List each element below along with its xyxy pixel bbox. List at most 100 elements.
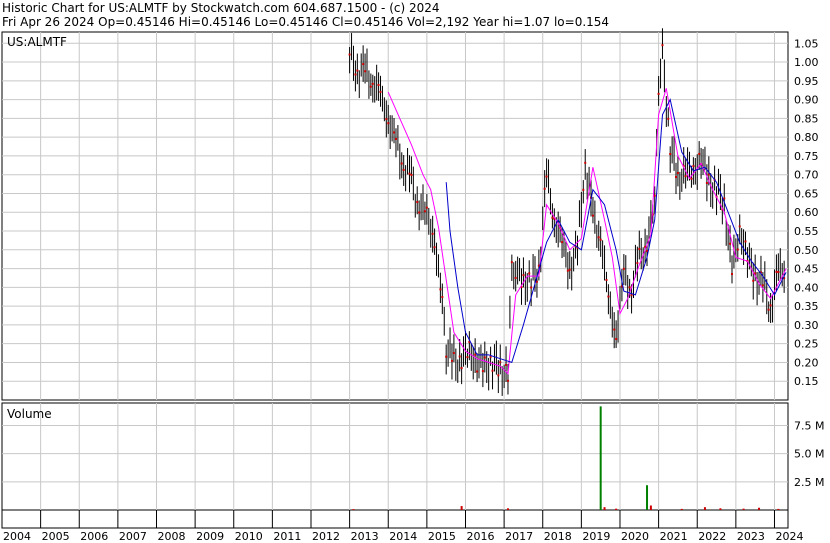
close-dot — [669, 153, 672, 156]
volume-bar — [615, 508, 618, 510]
close-dot — [371, 82, 374, 85]
close-dot — [599, 238, 602, 241]
close-dot — [582, 188, 585, 191]
price-panel — [1, 31, 789, 401]
y-tick-label: 0.40 — [794, 281, 819, 294]
close-dot — [354, 73, 357, 76]
close-dot — [674, 176, 677, 179]
x-tick-label: 2010 — [235, 530, 263, 543]
close-dot — [423, 210, 426, 213]
x-tick-label: 2008 — [157, 530, 185, 543]
close-dot — [543, 187, 546, 190]
y-tick-label: 0.35 — [794, 300, 819, 313]
close-dot — [356, 69, 359, 72]
close-dot — [561, 241, 564, 244]
y-tick-label: 0.90 — [794, 94, 819, 107]
close-dot — [452, 352, 455, 355]
close-dot — [425, 206, 428, 209]
volume-bar — [680, 508, 683, 510]
y-tick-label: 0.50 — [794, 244, 819, 257]
x-tick-label: 2012 — [312, 530, 340, 543]
close-dot — [591, 214, 594, 217]
y-tick-label: 1.05 — [794, 37, 819, 50]
volume-panel — [1, 402, 789, 511]
close-dot — [377, 83, 380, 86]
y-tick-label: 0.25 — [794, 338, 819, 351]
x-tick-label: 2013 — [351, 530, 379, 543]
close-dot — [522, 274, 525, 277]
close-dot — [439, 288, 442, 291]
x-tick-label: 2015 — [428, 530, 456, 543]
close-dot — [729, 242, 732, 245]
close-dot — [385, 118, 388, 121]
price-panel-title: US:ALMTF — [7, 35, 67, 49]
close-dot — [460, 367, 463, 370]
close-dot — [622, 267, 625, 270]
close-dot — [364, 70, 367, 73]
volume-bar — [352, 509, 355, 510]
close-dot — [657, 92, 660, 95]
close-dot — [450, 359, 453, 362]
volume-panel-title: Volume — [7, 407, 52, 421]
close-dot — [476, 370, 479, 373]
y-tick-label: 0.30 — [794, 319, 819, 332]
close-dot — [497, 374, 500, 377]
x-tick-label: 2018 — [544, 530, 572, 543]
close-dot — [566, 269, 569, 272]
close-dot — [661, 44, 664, 47]
x-tick-label: 2006 — [80, 530, 108, 543]
close-dot — [738, 225, 741, 228]
close-dot — [362, 63, 365, 66]
x-tick-label: 2011 — [273, 530, 301, 543]
close-dot — [769, 304, 772, 307]
stock-chart: 2004 2005 2006 2007 2008 2009 2010 2011 2012 2013… — [1, 28, 824, 543]
x-tick-label: 2022 — [698, 530, 726, 543]
close-dot — [607, 295, 610, 298]
close-dot — [705, 181, 708, 184]
close-dot — [568, 268, 571, 271]
y-tick-label: 0.95 — [794, 75, 819, 88]
close-dot — [597, 236, 600, 239]
x-tick-label: 2005 — [42, 530, 70, 543]
close-dot — [433, 246, 436, 249]
close-dot — [506, 379, 509, 382]
close-dot — [410, 174, 413, 177]
x-tick-label: 2019 — [582, 530, 610, 543]
x-tick-label: 2007 — [119, 530, 147, 543]
volume-bar — [603, 507, 606, 510]
close-dot — [692, 165, 695, 168]
close-dot — [458, 355, 461, 358]
x-tick-label: 2020 — [621, 530, 649, 543]
close-dot — [752, 279, 755, 282]
close-dot — [628, 286, 631, 289]
close-dot — [528, 272, 531, 275]
y-tick-label: 1.00 — [794, 56, 819, 69]
close-dot — [630, 294, 633, 297]
x-tick-label: 2021 — [660, 530, 688, 543]
close-dot — [545, 175, 548, 178]
y-tick-label: 0.60 — [794, 206, 819, 219]
close-dot — [387, 122, 390, 125]
close-dot — [466, 356, 469, 359]
close-dot — [394, 137, 397, 140]
volume-bar — [599, 406, 602, 510]
close-dot — [667, 117, 670, 120]
x-axis-bar — [1, 509, 789, 529]
close-dot — [615, 337, 618, 340]
volume-tick-label: 5.0 M — [794, 448, 824, 461]
close-dot — [684, 175, 687, 178]
close-dot — [514, 276, 517, 279]
x-tick-label: 2023 — [737, 530, 765, 543]
close-dot — [653, 194, 656, 197]
close-dot — [474, 353, 477, 356]
x-tick-label: 2016 — [466, 530, 494, 543]
y-tick-label: 0.85 — [794, 112, 819, 125]
close-dot — [348, 53, 351, 56]
close-dot — [481, 370, 484, 373]
close-dot — [499, 361, 502, 364]
y-tick-label: 0.15 — [794, 375, 819, 388]
close-dot — [400, 162, 403, 165]
close-dot — [418, 211, 421, 214]
close-dot — [551, 216, 554, 219]
y-tick-label: 0.45 — [794, 263, 819, 276]
